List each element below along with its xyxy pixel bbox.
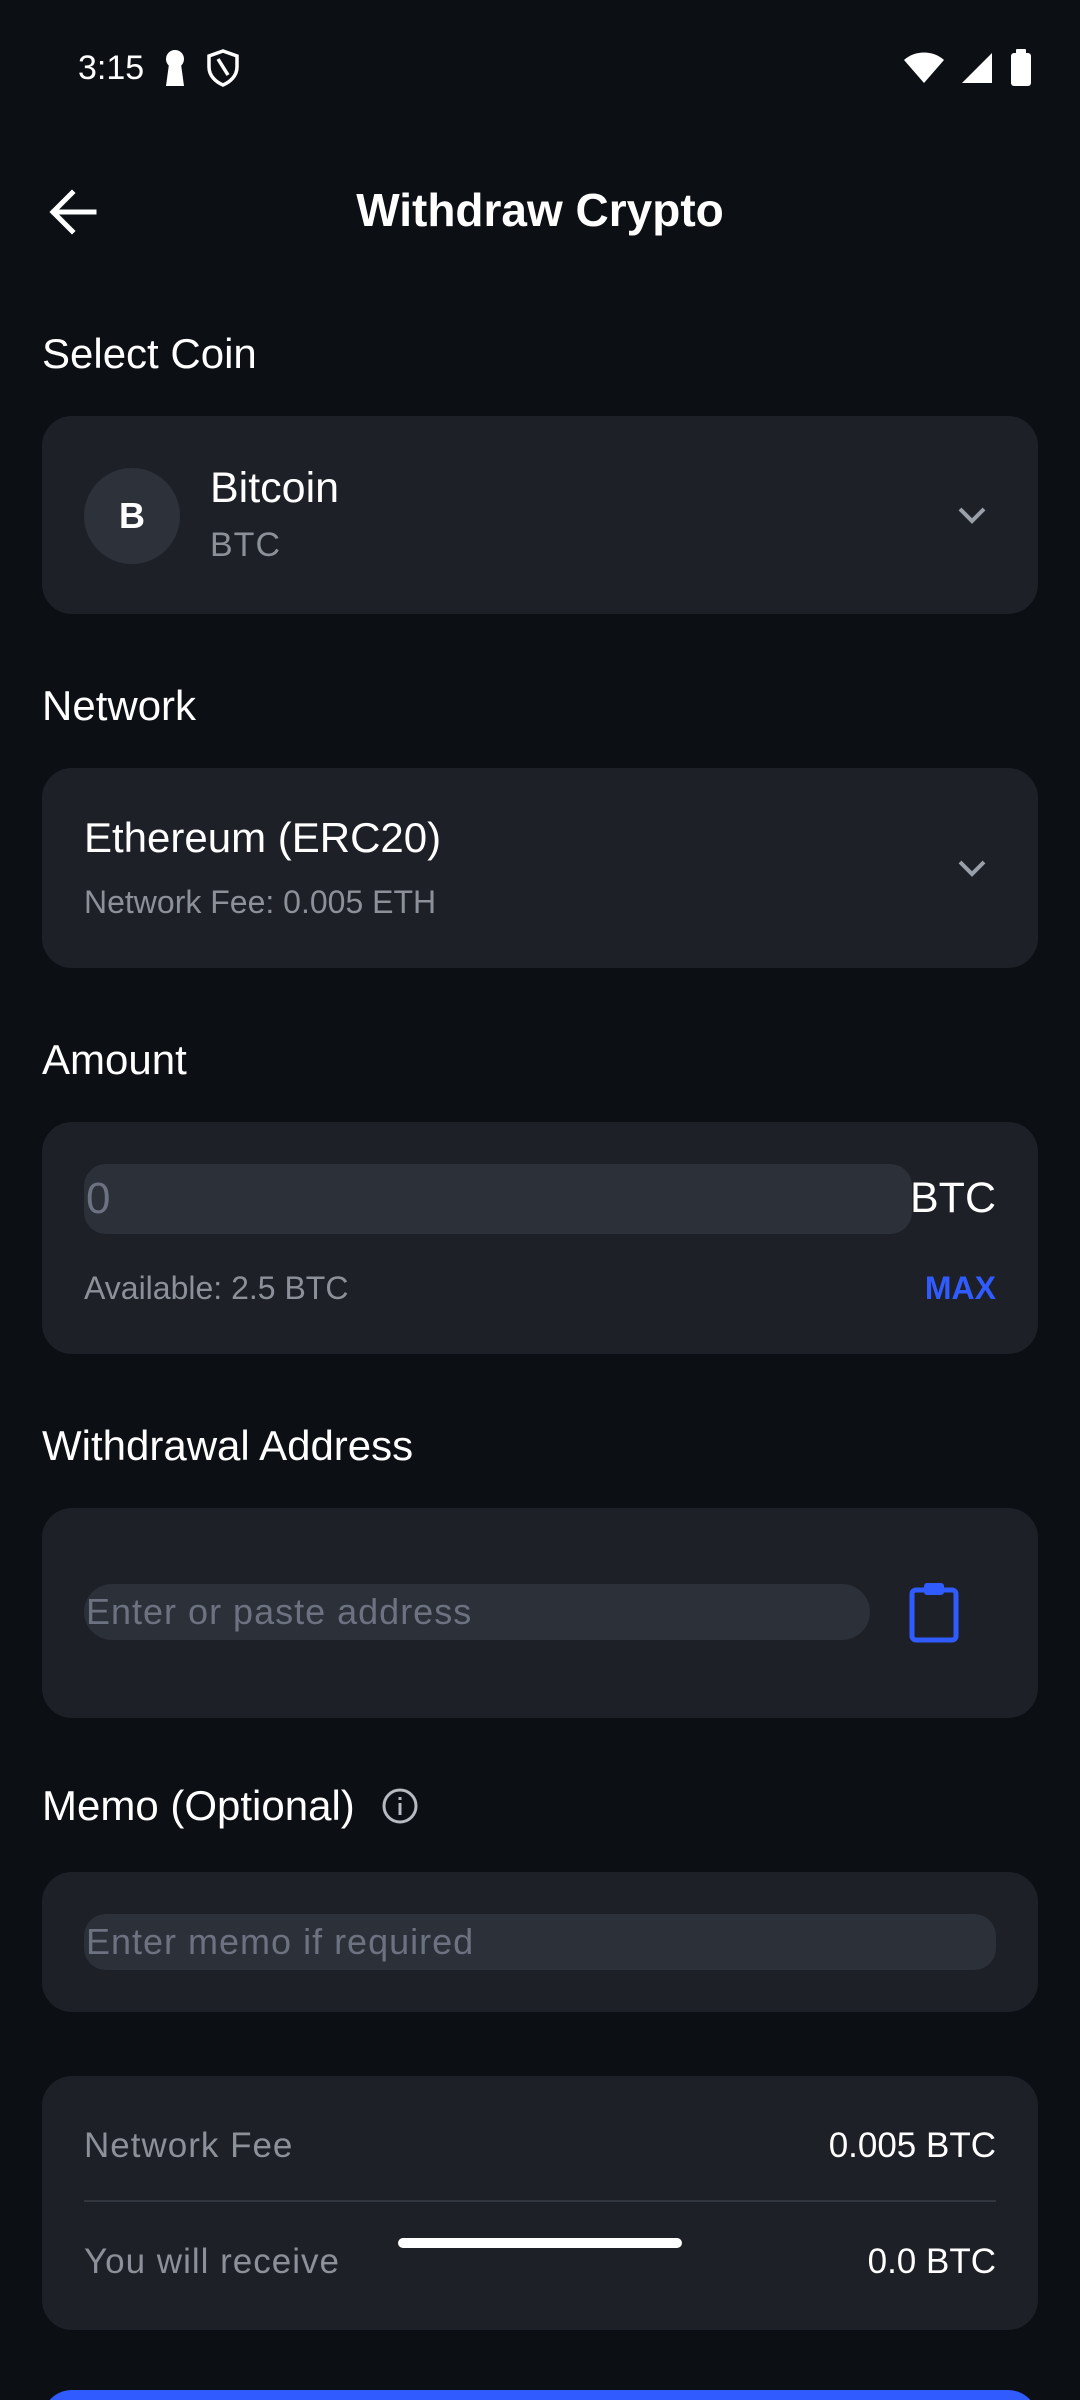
coin-name: Bitcoin <box>210 464 340 512</box>
address-label: Withdrawal Address <box>42 1422 414 1469</box>
amount-input[interactable] <box>84 1164 912 1234</box>
network-name: Ethereum (ERC20) <box>84 814 442 861</box>
max-button[interactable]: MAX <box>925 1270 996 1307</box>
network-fee-text: Network Fee: 0.005 ETH <box>84 884 437 920</box>
receive-value: 0.0 BTC <box>867 2242 996 2281</box>
keyhole-icon <box>162 48 188 88</box>
chevron-down-icon <box>948 844 996 892</box>
info-icon[interactable] <box>381 1787 419 1825</box>
receive-label: You will receive <box>84 2242 340 2281</box>
network-fee-row: Network Fee 0.005 BTC <box>84 2106 996 2186</box>
network-fee-label: Network Fee <box>84 2126 294 2165</box>
address-input[interactable] <box>84 1584 870 1640</box>
shield-icon <box>206 49 240 87</box>
amount-card: BTC Available: 2.5 BTC MAX <box>42 1122 1038 1354</box>
arrow-left-icon <box>49 189 97 235</box>
home-indicator[interactable] <box>398 2238 682 2248</box>
clipboard-icon <box>909 1583 959 1643</box>
select-coin-label: Select Coin <box>42 330 257 377</box>
back-button[interactable] <box>42 180 106 244</box>
signal-icon <box>960 51 994 85</box>
withdraw-button[interactable] <box>42 2390 1038 2400</box>
status-right <box>904 49 1032 87</box>
wifi-icon <box>904 52 944 84</box>
memo-input[interactable] <box>84 1914 996 1970</box>
memo-card <box>42 1872 1038 2012</box>
summary-card: Network Fee 0.005 BTC You will receive 0… <box>42 2076 1038 2330</box>
address-card <box>42 1508 1038 1718</box>
amount-label: Amount <box>42 1036 187 1083</box>
coin-selector[interactable]: B Bitcoin BTC <box>42 416 1038 614</box>
memo-label: Memo (Optional) <box>42 1782 355 1829</box>
status-bar: 3:15 <box>0 0 1080 136</box>
network-selector[interactable]: Ethereum (ERC20) Network Fee: 0.005 ETH <box>42 768 1038 968</box>
network-label: Network <box>42 682 197 729</box>
available-balance: Available: 2.5 BTC <box>84 1270 349 1306</box>
chevron-down-icon <box>948 491 996 539</box>
status-left: 3:15 <box>78 48 240 88</box>
app-bar: Withdraw Crypto <box>0 150 1080 270</box>
battery-icon <box>1010 49 1032 87</box>
network-fee-value: 0.005 BTC <box>828 2126 996 2165</box>
receive-row: You will receive 0.0 BTC <box>84 2222 996 2302</box>
status-time: 3:15 <box>78 48 145 87</box>
coin-avatar: B <box>84 468 180 564</box>
divider <box>84 2200 996 2202</box>
amount-unit: BTC <box>910 1174 996 1222</box>
paste-button[interactable] <box>904 1580 964 1644</box>
page-title: Withdraw Crypto <box>356 184 724 236</box>
memo-label-row: Memo (Optional) <box>42 1782 419 1830</box>
coin-symbol: BTC <box>210 526 281 564</box>
